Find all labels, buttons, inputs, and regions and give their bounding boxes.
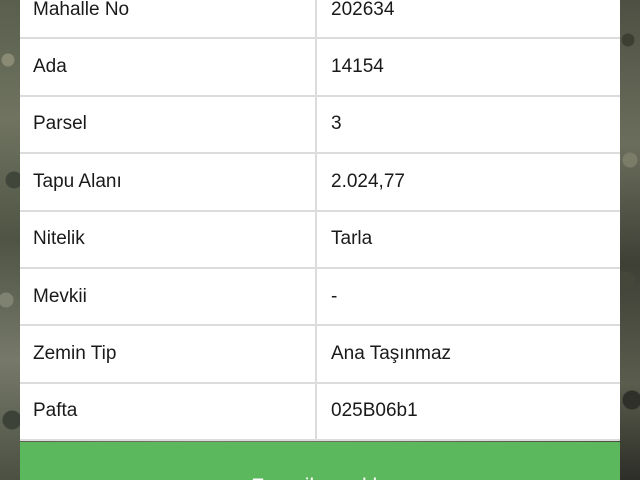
row-value: 3 [331,113,342,135]
row-value: - [331,285,338,307]
table-row-ada: Ada 14154 [20,39,620,97]
row-value: Tarla [331,228,373,250]
row-label: Mevkii [20,268,317,325]
map-background-right [618,0,640,480]
row-label: Mahalle No [20,0,317,38]
table-row-mevkii: Mevkii - [20,268,620,327]
row-label: Ada [20,39,317,95]
row-value: Ana Taşınmaz [331,343,452,365]
table-row-zemin-tip: Zemin Tip Ana Taşınmaz [20,326,620,384]
table-row-mahalle-no: Mahalle No 202634 [20,0,620,40]
row-value: 2.024,77 [331,170,405,192]
row-label: Zemin Tip [20,326,317,382]
table-row-nitelik: Nitelik Tarla [20,211,620,269]
app-screen: Mahalle No 202634 Ada 14154 Parsel 3 Tap… [0,0,640,480]
table-row-pafta: Pafta 025B06b1 [20,383,620,442]
row-label: Pafta [20,383,317,440]
row-value: 202634 [331,0,395,20]
row-value: 025B06b1 [331,400,418,422]
table-row-parsel: Parsel 3 [20,96,620,155]
row-label: Nitelik [20,211,317,267]
map-background-left [0,0,22,480]
add-to-favorites-button[interactable]: Favorilere ekle [20,442,620,480]
parcel-info-table: Mahalle No 202634 Ada 14154 Parsel 3 Tap… [20,0,620,442]
row-label: Parsel [20,96,317,153]
row-label: Tapu Alanı [20,154,317,210]
table-row-tapu-alani: Tapu Alanı 2.024,77 [20,154,620,212]
row-value: 14154 [331,56,384,78]
